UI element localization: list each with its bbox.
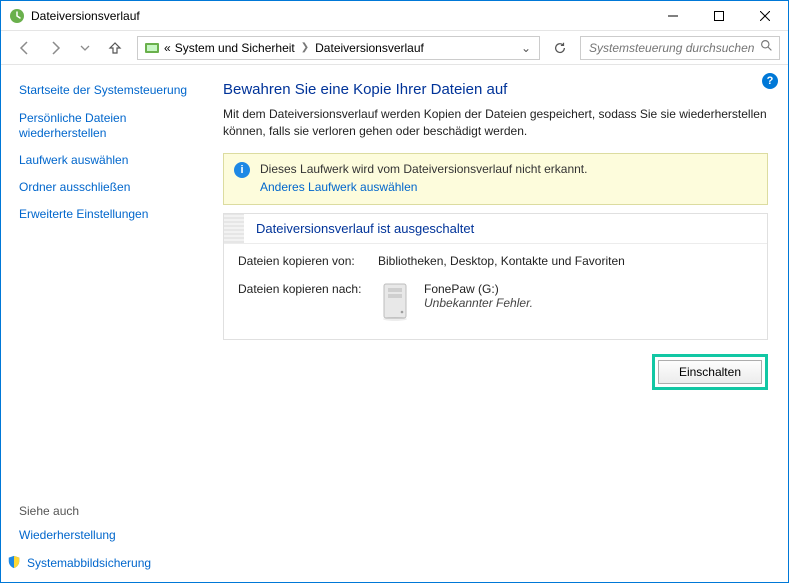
control-panel-icon <box>144 40 160 56</box>
file-history-icon <box>9 8 25 24</box>
info-icon: i <box>234 162 250 178</box>
help-icon[interactable]: ? <box>762 73 778 89</box>
copy-from-label: Dateien kopieren von: <box>238 254 378 268</box>
notice-message: Dieses Laufwerk wird vom Dateiversionsve… <box>260 162 587 176</box>
highlighted-frame: Einschalten <box>652 354 768 390</box>
titlebar: Dateiversionsverlauf <box>1 1 788 31</box>
refresh-button[interactable] <box>548 36 572 60</box>
up-button[interactable] <box>101 34 129 62</box>
shield-icon <box>7 555 21 572</box>
minimize-button[interactable] <box>650 1 696 31</box>
sidebar-item-advanced-settings[interactable]: Erweiterte Einstellungen <box>19 207 191 222</box>
forward-button[interactable] <box>41 34 69 62</box>
sidebar-item-restore-files[interactable]: Persönliche Dateien wiederherstellen <box>19 111 191 141</box>
copy-to-error: Unbekannter Fehler. <box>424 296 533 310</box>
sidebar-item-exclude-folders[interactable]: Ordner ausschließen <box>19 180 191 195</box>
search-input[interactable] <box>587 40 760 56</box>
copy-from-value: Bibliotheken, Desktop, Kontakte und Favo… <box>378 254 625 268</box>
see-also-system-image-backup[interactable]: Systemabbildsicherung <box>27 556 151 571</box>
address-dropdown-icon[interactable]: ⌄ <box>521 41 537 55</box>
breadcrumb-part-2[interactable]: Dateiversionsverlauf <box>315 41 424 55</box>
window-title: Dateiversionsverlauf <box>31 9 140 23</box>
see-also-recovery[interactable]: Wiederherstellung <box>19 528 191 543</box>
sidebar-heading[interactable]: Startseite der Systemsteuerung <box>19 83 191 97</box>
content-area: Startseite der Systemsteuerung Persönlic… <box>1 65 788 582</box>
status-header: Dateiversionsverlauf ist ausgeschaltet <box>224 214 767 244</box>
close-button[interactable] <box>742 1 788 31</box>
back-button[interactable] <box>11 34 39 62</box>
see-also-heading: Siehe auch <box>19 504 191 518</box>
window-controls <box>650 1 788 31</box>
sidebar-item-select-drive[interactable]: Laufwerk auswählen <box>19 153 191 168</box>
status-header-accent <box>224 214 244 243</box>
status-panel: Dateiversionsverlauf ist ausgeschaltet D… <box>223 213 768 340</box>
notice-link-select-drive[interactable]: Anderes Laufwerk auswählen <box>260 180 587 194</box>
maximize-button[interactable] <box>696 1 742 31</box>
drive-icon <box>378 282 412 325</box>
notice-banner: i Dieses Laufwerk wird vom Dateiversions… <box>223 153 768 205</box>
breadcrumb-part-1[interactable]: System und Sicherheit <box>175 41 295 55</box>
history-dropdown-button[interactable] <box>71 34 99 62</box>
action-row: Einschalten <box>223 354 768 390</box>
page-description: Mit dem Dateiversionsverlauf werden Kopi… <box>223 106 768 141</box>
enable-button[interactable]: Einschalten <box>658 360 762 384</box>
address-bar[interactable]: « System und Sicherheit ❯ Dateiversionsv… <box>137 36 540 60</box>
search-icon[interactable] <box>760 39 773 57</box>
chevron-right-icon[interactable]: ❯ <box>301 42 309 53</box>
navbar: « System und Sicherheit ❯ Dateiversionsv… <box>1 31 788 65</box>
main-panel: ? Bewahren Sie eine Kopie Ihrer Dateien … <box>201 65 788 582</box>
copy-to-label: Dateien kopieren nach: <box>238 282 378 325</box>
copy-to-drive: FonePaw (G:) <box>424 282 533 296</box>
breadcrumb-prefix: « <box>164 41 171 55</box>
sidebar: Startseite der Systemsteuerung Persönlic… <box>1 65 201 582</box>
page-title: Bewahren Sie eine Kopie Ihrer Dateien au… <box>223 81 768 98</box>
status-heading: Dateiversionsverlauf ist ausgeschaltet <box>256 221 474 236</box>
search-box[interactable] <box>580 36 780 60</box>
